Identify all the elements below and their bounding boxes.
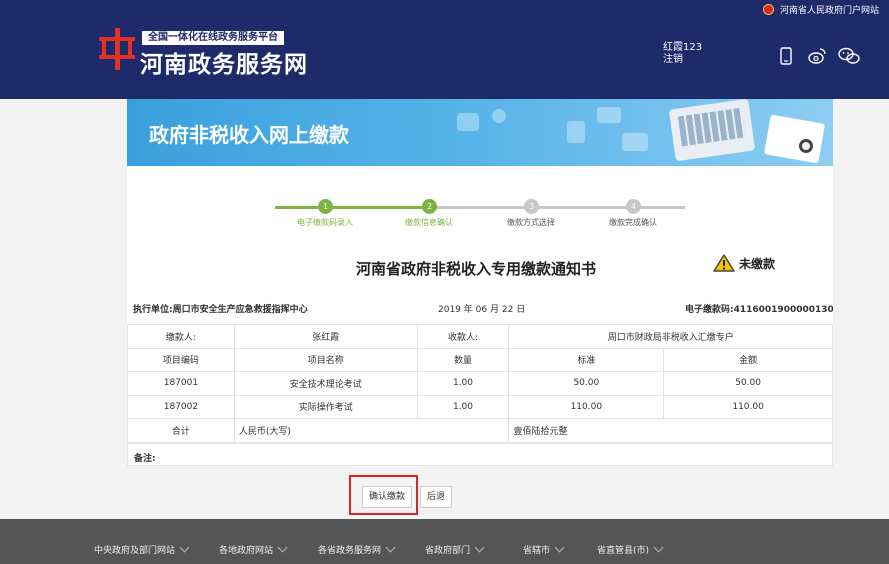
chevron-down-icon (554, 542, 565, 553)
footer-link-local[interactable]: 各地政府网站 (219, 542, 288, 556)
provincial-portal-link[interactable]: 河南省人民政府门户网站 (762, 3, 879, 16)
national-emblem-icon (762, 4, 774, 15)
payment-status: 未缴款 (713, 254, 775, 272)
shield-icon (567, 121, 585, 143)
date-year-unit: 年 (463, 305, 473, 315)
date-month: 06 (475, 305, 488, 315)
document-illustration (763, 114, 826, 164)
payee-label: 收款人: (416, 324, 510, 349)
date-day: 22 (501, 305, 514, 315)
payer-label: 缴款人: (127, 324, 235, 349)
step-3-label: 缴款方式选择 (507, 218, 555, 227)
step-2-label: 缴款信息确认 (405, 218, 453, 227)
payment-code: 电子缴款码:4116001900000130052q (685, 305, 833, 315)
banner-title: 政府非税收入网上缴款 (149, 123, 349, 147)
table-cell: 1.00 (416, 371, 510, 396)
table-cell: 安全技术理论考试 (233, 371, 418, 396)
user-name[interactable]: 红霞123 (663, 42, 702, 54)
table-header-row: 项目编码 项目名称 数量 标准 金额 (127, 347, 833, 372)
footer-link-label: 各省政务服务网 (318, 546, 382, 556)
column-header: 项目编码 (127, 347, 235, 372)
payee-value: 周口市财政局非税收入汇缴专户 (508, 324, 833, 349)
footer-link-label: 省直管县(市) (597, 546, 650, 556)
step-2-dot: 2 (422, 199, 437, 214)
back-button[interactable]: 后退 (420, 486, 452, 508)
warning-icon (713, 254, 735, 272)
step-1-dot: 1 (318, 199, 333, 214)
column-header: 标准 (508, 347, 665, 372)
total-currency: 人民币(大写) (233, 418, 510, 443)
confirm-payment-button[interactable]: 确认缴款 (362, 486, 412, 508)
footer-link-counties[interactable]: 省直管县(市) (597, 542, 664, 556)
chevron-down-icon (385, 542, 396, 553)
chevron-down-icon (474, 542, 485, 553)
table-row: 187001 安全技术理论考试 1.00 50.00 50.00 (127, 371, 833, 396)
post-icon (622, 133, 648, 151)
column-header: 数量 (416, 347, 510, 372)
date-year: 2019 (438, 305, 461, 315)
progress-line-todo (430, 206, 685, 209)
card-icon (597, 107, 621, 123)
footer-link-departments[interactable]: 省政府部门 (425, 542, 485, 556)
remark-label: 备注: (134, 454, 156, 464)
site-logo-icon[interactable] (99, 28, 135, 70)
step-1-label: 电子缴款码录入 (297, 218, 353, 227)
total-amount: 壹佰陆拾元整 (508, 418, 833, 443)
bill-table: 缴款人: 张红霞 收款人: 周口市财政局非税收入汇缴专户 项目编码 项目名称 数… (127, 324, 833, 443)
laptop-illustration (668, 99, 756, 162)
wechat-icon[interactable] (838, 46, 860, 66)
footer-link-central[interactable]: 中央政府及部门网站 (94, 542, 190, 556)
table-cell: 50.00 (663, 371, 833, 396)
payment-status-label: 未缴款 (739, 256, 776, 271)
mobile-icon[interactable] (776, 46, 796, 66)
site-header: 河南省人民政府门户网站 全国一体化在线政务服务平台 河南政务服务网 红霞123 … (0, 0, 889, 99)
pin-icon (492, 109, 506, 123)
chevron-down-icon (653, 542, 664, 553)
date-month-unit: 月 (490, 305, 500, 315)
date-day-unit: 日 (516, 305, 526, 315)
notice-date: 2019 年 06 月 22 日 (438, 302, 525, 315)
chevron-down-icon (179, 542, 190, 553)
table-cell: 1.00 (416, 394, 510, 419)
table-cell: 50.00 (508, 371, 665, 396)
page-banner: 政府非税收入网上缴款 (127, 99, 833, 166)
logout-link[interactable]: 注销 (663, 54, 683, 66)
coffee-cup-icon (799, 139, 813, 153)
exec-unit: 执行单位:周口市安全生产应急救援指挥中心 (133, 305, 308, 315)
column-header: 金额 (663, 347, 833, 372)
platform-slogan: 全国一体化在线政务服务平台 (142, 31, 284, 45)
notice-title: 河南省政府非税收入专用缴款通知书 (356, 260, 597, 278)
chevron-down-icon (277, 542, 288, 553)
footer-link-label: 中央政府及部门网站 (94, 546, 176, 556)
table-cell: 110.00 (508, 394, 665, 419)
payer-value: 张红霞 (233, 324, 418, 349)
footer-link-cities[interactable]: 省辖市 (523, 542, 565, 556)
progress-line-done (275, 206, 430, 209)
step-3-dot: 3 (524, 199, 539, 214)
table-cell: 110.00 (663, 394, 833, 419)
footer-link-provinces[interactable]: 各省政务服务网 (318, 542, 396, 556)
site-title[interactable]: 河南政务服务网 (140, 45, 308, 79)
table-cell: 187002 (127, 394, 235, 419)
footer-link-label: 各地政府网站 (219, 546, 274, 556)
map-icon (457, 113, 479, 131)
table-cell: 实际操作考试 (233, 394, 418, 419)
step-4-dot: 4 (626, 199, 641, 214)
table-row: 缴款人: 张红霞 收款人: 周口市财政局非税收入汇缴专户 (127, 324, 833, 349)
progress-steps: 1 2 3 4 电子缴款码录入 缴款信息确认 缴款方式选择 缴款完成确认 (275, 198, 685, 230)
footer-link-label: 省辖市 (523, 546, 551, 556)
table-row: 187002 实际操作考试 1.00 110.00 110.00 (127, 394, 833, 419)
weibo-icon[interactable] (807, 46, 827, 66)
provincial-portal-label: 河南省人民政府门户网站 (779, 6, 879, 16)
remark-row: 备注: (127, 443, 833, 466)
site-footer (0, 519, 889, 564)
footer-link-label: 省政府部门 (425, 546, 471, 556)
column-header: 项目名称 (233, 347, 418, 372)
total-row: 合计 人民币(大写) 壹佰陆拾元整 (127, 418, 833, 443)
table-cell: 187001 (127, 371, 235, 396)
total-label: 合计 (127, 418, 235, 443)
step-4-label: 缴款完成确认 (609, 218, 657, 227)
